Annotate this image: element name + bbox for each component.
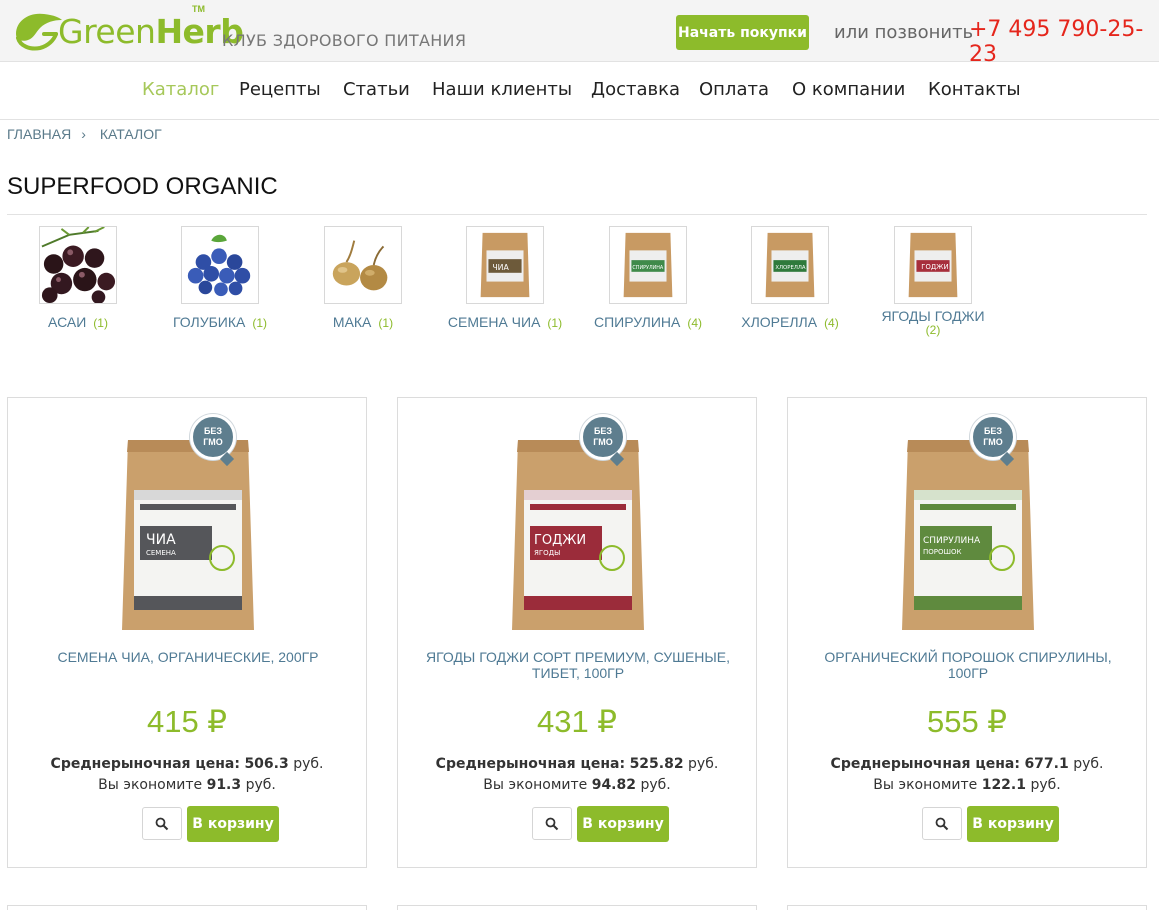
phone-number[interactable]: +7 495 790-25-23 bbox=[969, 17, 1159, 67]
subcategory-label: СПИРУЛИНА (4) bbox=[593, 314, 703, 330]
product-name[interactable]: СЕМЕНА ЧИА, ОРГАНИЧЕСКИЕ, 200ГР bbox=[28, 649, 348, 665]
nav-item-contacts[interactable]: Контакты bbox=[928, 79, 1021, 100]
chlorella-package-image: ХЛОРЕЛЛА bbox=[751, 226, 829, 304]
svg-text:ЯГОДЫ: ЯГОДЫ bbox=[534, 549, 560, 557]
title-divider bbox=[7, 214, 1147, 215]
goji-berries-package-image[interactable]: ГОДЖИ ЯГОДЫ bbox=[508, 434, 648, 638]
product-price: 415 ₽ bbox=[146, 704, 228, 739]
nav-item-articles[interactable]: Статьи bbox=[343, 79, 410, 100]
nav-item-clients[interactable]: Наши клиенты bbox=[432, 79, 572, 100]
spirulina-package-image: СПИРУЛИНА bbox=[609, 226, 687, 304]
subcategory-maca[interactable]: МАКА (1) bbox=[293, 226, 433, 331]
nav-item-catalog[interactable]: Каталог bbox=[142, 79, 219, 100]
product-name[interactable]: ЯГОДЫ ГОДЖИ СОРТ ПРЕМИУМ, СУШЕНЫЕ, ТИБЕТ… bbox=[418, 649, 738, 681]
market-price: Среднерыночная цена: 677.1 руб. bbox=[830, 756, 1104, 772]
logo-trademark: TM bbox=[192, 4, 205, 14]
breadcrumb: Главная › Каталог bbox=[7, 126, 162, 142]
subcategory-label: ГОЛУБИКА (1) bbox=[172, 314, 268, 330]
subcategory-label: ЯГОДЫ ГОДЖИ (2) bbox=[881, 308, 985, 337]
savings: Вы экономите 94.82 руб. bbox=[483, 777, 671, 793]
search-icon bbox=[935, 817, 949, 830]
subcategory-label: ХЛОРЕЛЛА (4) bbox=[741, 314, 839, 330]
product-card-partial bbox=[787, 905, 1147, 910]
subcategory-acai[interactable]: АСАИ (1) bbox=[8, 226, 148, 331]
product-card-partial bbox=[397, 905, 757, 910]
subcategory-label: АСАИ (1) bbox=[48, 314, 108, 330]
page-title: SUPERFOOD ORGANIC bbox=[7, 173, 278, 200]
product-card: ГОДЖИ ЯГОДЫ БЕЗ ГМО ЯГОДЫ ГОДЖИ СОРТ ПРЕМ… bbox=[397, 397, 757, 868]
subcategory-chlorella[interactable]: ХЛОРЕЛЛА ХЛОРЕЛЛА (4) bbox=[720, 226, 860, 331]
acai-berries-image bbox=[39, 226, 117, 304]
savings: Вы экономите 91.3 руб. bbox=[98, 777, 276, 793]
quick-view-button[interactable] bbox=[922, 807, 962, 840]
subcategory-label: СЕМЕНА ЧИА (1) bbox=[447, 314, 563, 330]
subcategory-label: МАКА (1) bbox=[332, 314, 394, 330]
logo-wordmark: GreenHerb bbox=[58, 12, 244, 51]
goji-package-image: ГОДЖИ bbox=[894, 226, 972, 304]
nav-item-payment[interactable]: Оплата bbox=[699, 79, 769, 100]
chia-seeds-package-image[interactable]: ЧИА СЕМЕНА bbox=[118, 434, 258, 638]
site-tagline: КЛУБ ЗДОРОВОГО ПИТАНИЯ bbox=[222, 31, 467, 50]
subcategory-chia[interactable]: ЧИА СЕМЕНА ЧИА (1) bbox=[435, 226, 575, 331]
search-icon bbox=[155, 817, 169, 830]
svg-text:ЧИА: ЧИА bbox=[146, 532, 176, 548]
blueberries-image bbox=[181, 226, 259, 304]
savings: Вы экономите 122.1 руб. bbox=[873, 777, 1061, 793]
chia-package-image: ЧИА bbox=[466, 226, 544, 304]
product-card-partial bbox=[7, 905, 367, 910]
spirulina-powder-package-image[interactable]: СПИРУЛИНА ПОРОШОК bbox=[898, 434, 1038, 638]
site-logo[interactable]: GreenHerb bbox=[10, 8, 244, 52]
svg-text:ГОДЖИ: ГОДЖИ bbox=[534, 533, 586, 548]
breadcrumb-catalog[interactable]: Каталог bbox=[100, 126, 162, 142]
svg-text:ПОРОШОК: ПОРОШОК bbox=[923, 548, 961, 556]
market-price: Среднерыночная цена: 525.82 руб. bbox=[435, 756, 719, 772]
quick-view-button[interactable] bbox=[532, 807, 572, 840]
product-card: СПИРУЛИНА ПОРОШОК БЕЗ ГМО ОРГАНИЧЕСКИЙ ПО… bbox=[787, 397, 1147, 868]
product-card: ЧИА СЕМЕНА БЕЗ ГМО СЕМЕНА ЧИА, ОРГАНИЧЕСК… bbox=[7, 397, 367, 868]
breadcrumb-separator: › bbox=[81, 126, 86, 142]
product-name[interactable]: ОРГАНИЧЕСКИЙ ПОРОШОК СПИРУЛИНЫ, 100ГР bbox=[808, 649, 1128, 681]
leaf-logo-icon bbox=[16, 13, 62, 51]
nav-item-delivery[interactable]: Доставка bbox=[591, 79, 680, 100]
search-icon bbox=[545, 817, 559, 830]
maca-root-image bbox=[324, 226, 402, 304]
subcategory-goji[interactable]: ГОДЖИ ЯГОДЫ ГОДЖИ (2) bbox=[863, 226, 1003, 336]
main-nav: Каталог Рецепты Статьи Наши клиенты Дост… bbox=[0, 62, 1159, 120]
subcategory-blueberry[interactable]: ГОЛУБИКА (1) bbox=[150, 226, 290, 331]
call-text: или позвонить bbox=[834, 22, 974, 43]
svg-text:ХЛОРЕЛЛА: ХЛОРЕЛЛА bbox=[775, 265, 806, 271]
svg-text:СПИРУЛИНА: СПИРУЛИНА bbox=[923, 536, 981, 546]
product-price: 431 ₽ bbox=[536, 704, 618, 739]
nav-item-recipes[interactable]: Рецепты bbox=[239, 79, 321, 100]
top-bar: GreenHerb TM КЛУБ ЗДОРОВОГО ПИТАНИЯ Нача… bbox=[0, 0, 1159, 67]
add-to-cart-button[interactable]: В корзину bbox=[577, 806, 669, 842]
subcategory-spirulina[interactable]: СПИРУЛИНА СПИРУЛИНА (4) bbox=[578, 226, 718, 331]
add-to-cart-button[interactable]: В корзину bbox=[187, 806, 279, 842]
add-to-cart-button[interactable]: В корзину bbox=[967, 806, 1059, 842]
svg-text:ЧИА: ЧИА bbox=[492, 263, 509, 272]
svg-text:ГОДЖИ: ГОДЖИ bbox=[921, 263, 948, 271]
quick-view-button[interactable] bbox=[142, 807, 182, 840]
nav-item-about[interactable]: О компании bbox=[792, 79, 905, 100]
breadcrumb-home[interactable]: Главная bbox=[7, 126, 71, 142]
product-price: 555 ₽ bbox=[926, 704, 1008, 739]
start-shopping-button[interactable]: Начать покупки bbox=[676, 15, 809, 50]
svg-text:СПИРУЛИНА: СПИРУЛИНА bbox=[632, 265, 664, 271]
market-price: Среднерыночная цена: 506.3 руб. bbox=[50, 756, 324, 772]
svg-text:СЕМЕНА: СЕМЕНА bbox=[146, 549, 176, 557]
